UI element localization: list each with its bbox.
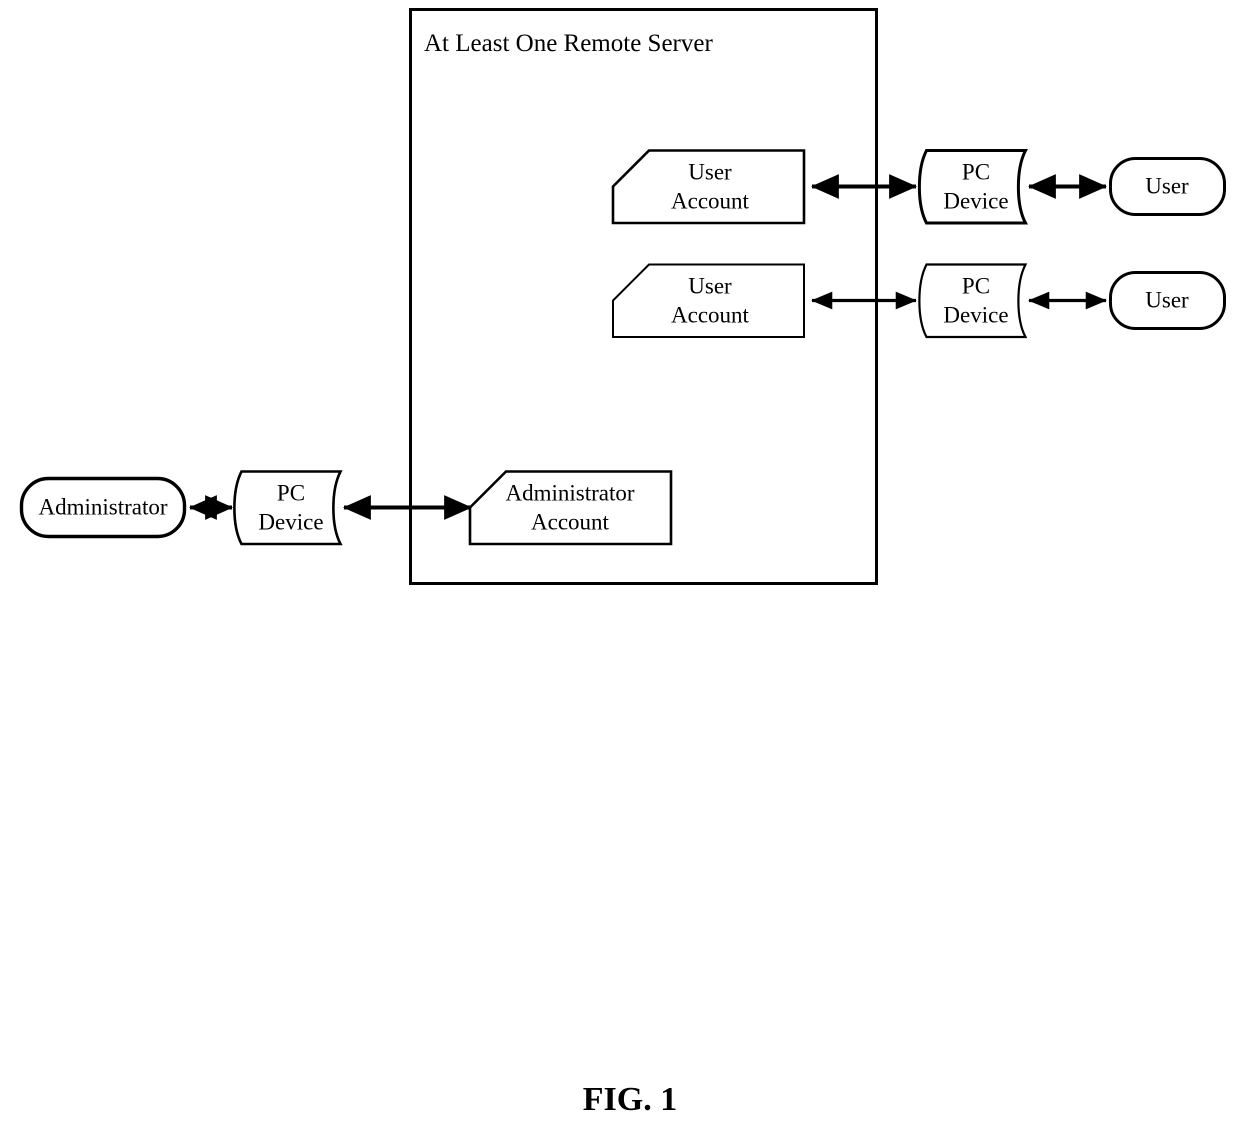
administrator-account-label-line2: Account	[531, 509, 610, 534]
user-account-2-label-line1: User	[688, 273, 732, 298]
pc-device-2-node[interactable]: PC Device	[918, 263, 1028, 339]
pc-device-1-node[interactable]: PC Device	[917, 149, 1028, 225]
user-account-2-label-line2: Account	[671, 302, 750, 327]
user-account-1-node[interactable]: User Account	[611, 149, 806, 225]
pc-device-admin-label-line1: PC	[277, 480, 305, 505]
remote-server-title: At Least One Remote Server	[424, 30, 713, 57]
pc-device-admin-label-line2: Device	[258, 509, 323, 534]
administrator-node[interactable]: Administrator	[19, 476, 187, 539]
pc-device-2-label-line1: PC	[962, 273, 990, 298]
administrator-label: Administrator	[38, 494, 167, 519]
pc-device-2-label-line2: Device	[943, 302, 1008, 327]
administrator-account-node[interactable]: Administrator Account	[468, 470, 673, 546]
user-1-node[interactable]: User	[1109, 157, 1226, 216]
pc-device-1-label-line2: Device	[943, 188, 1008, 213]
pc-device-admin-node[interactable]: PC Device	[233, 470, 343, 546]
user-account-2-node[interactable]: User Account	[612, 263, 805, 338]
figure-caption: FIG. 1	[583, 1081, 677, 1118]
user-2-node[interactable]: User	[1109, 271, 1226, 330]
patent-figure: At Least One Remote Server User Account …	[0, 0, 1240, 1130]
pc-device-1-label-line1: PC	[962, 159, 990, 184]
user-1-label: User	[1145, 173, 1189, 198]
user-account-1-label-line1: User	[688, 159, 732, 184]
user-2-label: User	[1145, 287, 1189, 312]
user-account-1-label-line2: Account	[671, 188, 750, 213]
administrator-account-label-line1: Administrator	[505, 480, 634, 505]
diagram-canvas: At Least One Remote Server User Account …	[19, 8, 1226, 1118]
